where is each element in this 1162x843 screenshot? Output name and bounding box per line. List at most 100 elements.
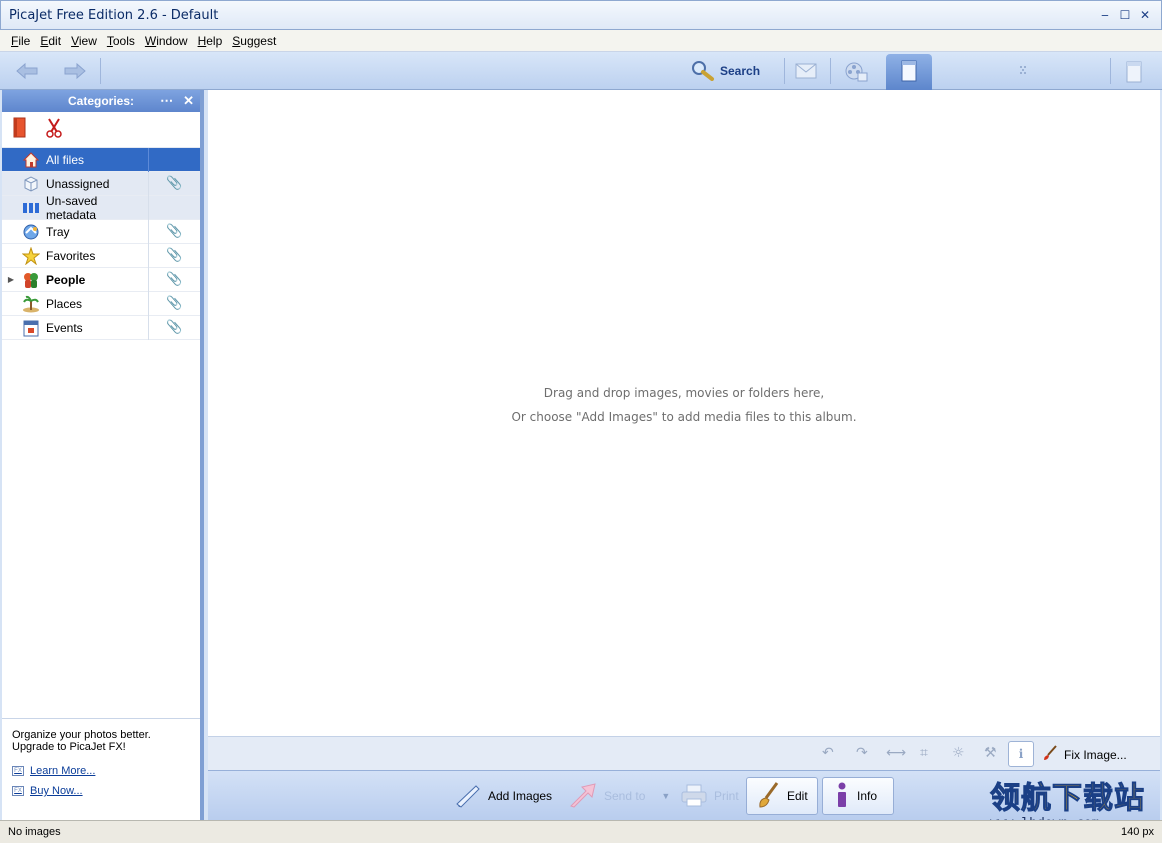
- image-drop-area[interactable]: Drag and drop images, movies or folders …: [208, 90, 1160, 736]
- main-toolbar: Search: [0, 52, 1162, 90]
- home-icon: [20, 151, 42, 168]
- category-places[interactable]: Places 📎: [2, 291, 200, 316]
- close-button[interactable]: ✕: [1139, 8, 1151, 22]
- maximize-button[interactable]: ☐: [1119, 8, 1131, 22]
- print-button[interactable]: Print: [680, 777, 739, 815]
- rotate-left-icon[interactable]: ↶: [822, 745, 834, 761]
- category-favorites[interactable]: Favorites 📎: [2, 243, 200, 268]
- print-label: Print: [714, 789, 739, 803]
- paperclip-icon[interactable]: 📎: [148, 243, 200, 268]
- flip-horizontal-icon[interactable]: ⟷: [886, 745, 906, 761]
- send-to-dropdown-icon[interactable]: ▼: [661, 791, 670, 801]
- info-icon: [833, 781, 851, 812]
- edit-button[interactable]: Edit: [746, 777, 818, 815]
- box-icon: [20, 175, 42, 192]
- category-label: Favorites: [46, 248, 96, 263]
- fx-badge-icon: FX: [12, 786, 24, 796]
- category-tools: [2, 112, 200, 148]
- window-title: PicaJet Free Edition 2.6 - Default: [9, 7, 219, 23]
- expand-arrow-icon[interactable]: ▶: [2, 275, 20, 284]
- menu-file[interactable]: File: [6, 34, 35, 48]
- category-label: Unassigned: [46, 176, 110, 191]
- title-bar: PicaJet Free Edition 2.6 - Default ‒ ☐ ✕: [0, 0, 1162, 30]
- panel-controls: ⋯ ✕: [160, 93, 194, 109]
- menu-tools[interactable]: Tools: [102, 34, 140, 48]
- paperclip-icon[interactable]: 📎: [148, 171, 200, 196]
- categories-header: Categories: ⋯ ✕: [2, 90, 200, 112]
- category-label: People: [46, 272, 86, 287]
- menu-edit[interactable]: Edit: [35, 34, 66, 48]
- panel-close-icon[interactable]: ✕: [183, 93, 194, 109]
- upgrade-promo: Organize your photos better. Upgrade to …: [2, 718, 200, 820]
- brightness-icon[interactable]: ☼: [952, 745, 965, 761]
- paperclip-icon[interactable]: 📎: [148, 291, 200, 316]
- columns-icon: [20, 202, 42, 214]
- status-thumbnail-size: 140 px: [1120, 826, 1154, 838]
- edit-brush-icon: [757, 781, 781, 812]
- categories-panel: Categories: ⋯ ✕ All files Unassigned 📎 U…: [2, 90, 204, 820]
- learn-more-link[interactable]: FX Learn More...: [12, 765, 200, 777]
- delete-category-scissors-icon[interactable]: [46, 118, 62, 141]
- rotate-right-icon[interactable]: ↷: [856, 745, 868, 761]
- menu-view[interactable]: View: [66, 34, 102, 48]
- promo-line1: Organize your photos better.: [12, 729, 151, 741]
- slideshow-film-icon[interactable]: [842, 58, 870, 84]
- add-images-button[interactable]: Add Images: [454, 777, 552, 815]
- send-arrow-icon: [568, 782, 598, 811]
- category-events[interactable]: Events 📎: [2, 315, 200, 340]
- magic-wand-icon[interactable]: ⚒: [984, 745, 997, 761]
- magnifier-icon: [690, 59, 716, 84]
- status-image-count: No images: [8, 826, 61, 838]
- category-label: Events: [46, 320, 83, 335]
- category-people[interactable]: ▶ People 📎: [2, 267, 200, 292]
- paperclip-icon[interactable]: 📎: [148, 267, 200, 292]
- add-images-icon: [454, 782, 482, 811]
- menu-window[interactable]: Window: [140, 34, 193, 48]
- grip-dots-icon[interactable]: [1016, 62, 1032, 80]
- search-button[interactable]: Search: [690, 59, 760, 83]
- toolbar-separator: [100, 58, 101, 84]
- category-label: Un-saved metadata: [46, 193, 98, 222]
- category-all-files[interactable]: All files: [2, 147, 200, 172]
- toolbar-separator: [1110, 58, 1111, 84]
- mail-icon[interactable]: [794, 60, 818, 82]
- back-arrow-icon[interactable]: [14, 58, 40, 84]
- crop-icon[interactable]: ⌗: [920, 745, 928, 761]
- promo-line2: Upgrade to PicaJet FX!: [12, 741, 126, 753]
- buy-now-label: Buy Now...: [30, 785, 83, 797]
- category-unassigned[interactable]: Unassigned 📎: [2, 171, 200, 196]
- new-category-book-icon[interactable]: [12, 117, 28, 142]
- fix-image-label: Fix Image...: [1064, 747, 1127, 762]
- brush-icon: [1042, 745, 1058, 764]
- info-small-icon[interactable]: i: [1008, 741, 1034, 767]
- forward-arrow-icon[interactable]: [62, 58, 88, 84]
- edit-label: Edit: [787, 789, 808, 803]
- search-label: Search: [720, 64, 761, 78]
- island-icon: [20, 295, 42, 313]
- view-mode-active-tab[interactable]: [886, 54, 932, 90]
- info-button[interactable]: Info: [822, 777, 894, 815]
- menu-bar: File Edit View Tools Window Help Suggest: [0, 30, 1162, 52]
- category-unsaved-metadata[interactable]: Un-saved metadata: [2, 193, 200, 222]
- single-panel-icon: [901, 60, 917, 85]
- category-label: Tray: [46, 224, 70, 239]
- panel-menu-dots-icon[interactable]: ⋯: [160, 93, 173, 109]
- paperclip-icon[interactable]: 📎: [148, 219, 200, 244]
- menu-suggest[interactable]: Suggest: [227, 34, 281, 48]
- fix-image-button[interactable]: Fix Image...: [1042, 745, 1127, 764]
- learn-more-label: Learn More...: [30, 765, 96, 777]
- category-tray[interactable]: Tray 📎: [2, 219, 200, 244]
- menu-help[interactable]: Help: [193, 34, 228, 48]
- panel-toggle-icon[interactable]: [1124, 60, 1144, 84]
- paperclip-icon[interactable]: 📎: [148, 315, 200, 340]
- send-to-button[interactable]: Send to ▼: [568, 777, 670, 815]
- add-images-label: Add Images: [488, 789, 553, 803]
- send-to-label: Send to: [604, 789, 646, 803]
- tray-icon: [20, 224, 42, 240]
- minimize-button[interactable]: ‒: [1099, 8, 1111, 22]
- printer-icon: [680, 783, 708, 810]
- calendar-icon: [20, 319, 42, 337]
- star-icon: [20, 246, 42, 265]
- buy-now-link[interactable]: FX Buy Now...: [12, 785, 200, 797]
- category-label: All files: [46, 152, 85, 167]
